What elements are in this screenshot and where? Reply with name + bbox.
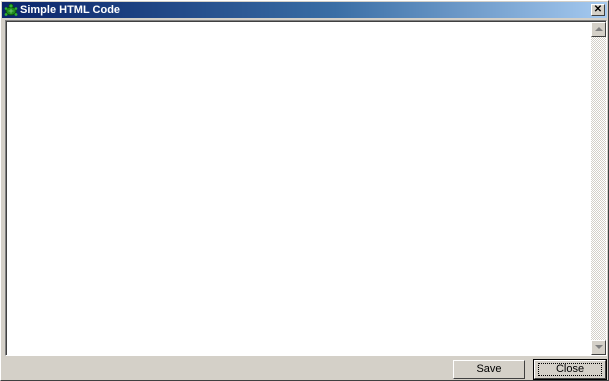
close-button-label: Close	[555, 363, 585, 375]
title-bar[interactable]: Simple HTML Code ✕	[2, 2, 607, 18]
arrow-up-icon	[595, 27, 603, 31]
close-icon: ✕	[593, 4, 603, 15]
scroll-down-button[interactable]	[591, 340, 606, 355]
save-button[interactable]: Save	[453, 360, 525, 379]
vertical-scrollbar[interactable]	[591, 22, 606, 355]
dialog-window: Simple HTML Code ✕ Save Close	[0, 0, 609, 381]
turtle-app-icon	[4, 3, 18, 17]
window-title: Simple HTML Code	[20, 4, 121, 16]
editor-frame	[6, 21, 606, 355]
close-window-button[interactable]: ✕	[591, 4, 605, 16]
scroll-up-button[interactable]	[591, 22, 606, 37]
html-code-editor	[5, 20, 607, 356]
arrow-down-icon	[595, 345, 603, 349]
save-button-label: Save	[476, 363, 502, 375]
code-text-area[interactable]	[7, 22, 591, 355]
close-button[interactable]: Close	[533, 359, 607, 380]
